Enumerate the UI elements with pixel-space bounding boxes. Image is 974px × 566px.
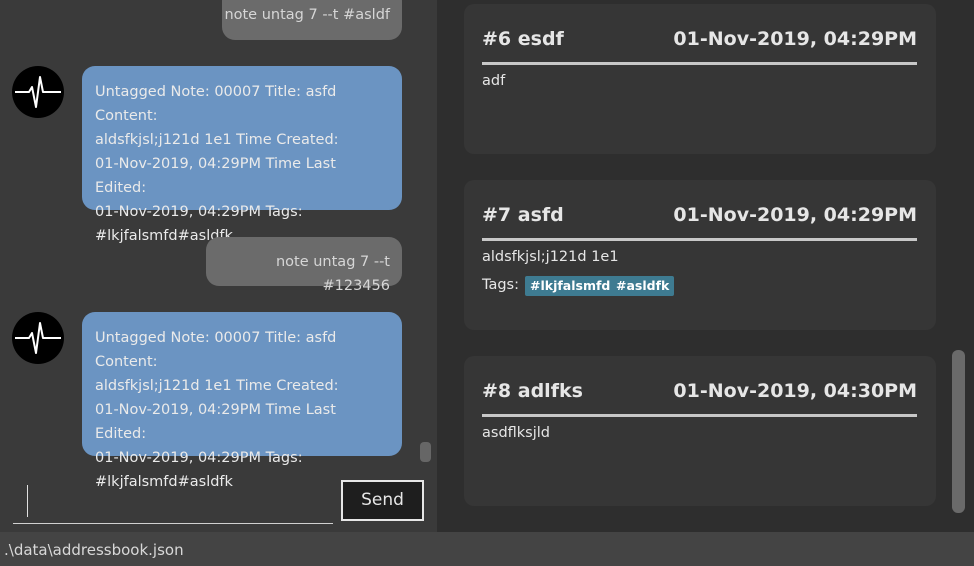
- note-content: adf: [482, 73, 506, 89]
- note-title: #7 asfd: [482, 204, 564, 226]
- chat-pane: note untag 7 --t #asldf Untagged Note: 0…: [0, 0, 436, 532]
- bot-message-line: 01-Nov-2019, 04:29PM Tags:: [95, 450, 303, 466]
- note-title: #8 adlfks: [482, 380, 583, 402]
- note-header: #6 esdf 01-Nov-2019, 04:29PM: [482, 28, 917, 65]
- bot-message-line: 01-Nov-2019, 04:29PM Time Last Edited:: [95, 402, 336, 442]
- tag-badge: #asldfk: [611, 276, 675, 296]
- note-card[interactable]: #7 asfd 01-Nov-2019, 04:29PM aldsfkjsl;j…: [464, 180, 936, 330]
- note-content: aldsfkjsl;j121d 1e1: [482, 249, 619, 265]
- note-title: #6 esdf: [482, 28, 564, 50]
- bot-message-line: aldsfkjsl;j121d 1e1 Time Created:: [95, 132, 339, 148]
- bot-message-line: 01-Nov-2019, 04:29PM Time Last Edited:: [95, 156, 336, 196]
- bot-avatar-icon: [12, 66, 64, 118]
- chat-scrollbar[interactable]: [420, 442, 431, 462]
- note-card[interactable]: #8 adlfks 01-Nov-2019, 04:30PM asdflksjl…: [464, 356, 936, 506]
- notes-list-pane: #6 esdf 01-Nov-2019, 04:29PM adf #7 asfd…: [437, 0, 974, 532]
- bot-message-line: 01-Nov-2019, 04:29PM Tags:: [95, 204, 303, 220]
- note-header: #8 adlfks 01-Nov-2019, 04:30PM: [482, 380, 917, 417]
- tags-label: Tags:: [482, 277, 519, 293]
- note-time: 01-Nov-2019, 04:29PM: [673, 28, 917, 50]
- bot-message: Untagged Note: 00007 Title: asfd Content…: [82, 66, 402, 244]
- notes-scrollbar[interactable]: [952, 350, 965, 513]
- user-message-text: note untag 7 --t #123456: [275, 254, 390, 294]
- status-bar: .\data\addressbook.json: [0, 532, 974, 566]
- command-input[interactable]: [13, 478, 333, 524]
- bot-message: Untagged Note: 00007 Title: asfd Content…: [82, 312, 402, 490]
- note-time: 01-Nov-2019, 04:30PM: [673, 380, 917, 402]
- bot-avatar-icon: [12, 312, 64, 364]
- bot-message-line: Untagged Note: 00007 Title: asfd Content…: [95, 330, 337, 370]
- tag-badge: #lkjfalsmfd: [525, 276, 616, 296]
- bot-message-line: Untagged Note: 00007 Title: asfd Content…: [95, 84, 337, 124]
- note-content: asdflksjld: [482, 425, 550, 441]
- note-header: #7 asfd 01-Nov-2019, 04:29PM: [482, 204, 917, 241]
- note-card[interactable]: #6 esdf 01-Nov-2019, 04:29PM adf: [464, 4, 936, 154]
- user-message: note untag 7 --t #asldf: [222, 0, 402, 40]
- send-button[interactable]: Send: [341, 480, 424, 521]
- bot-message-line: aldsfkjsl;j121d 1e1 Time Created:: [95, 378, 339, 394]
- text-caret: [27, 485, 28, 517]
- user-message: note untag 7 --t #123456: [206, 237, 402, 294]
- data-file-path: .\data\addressbook.json: [4, 541, 184, 559]
- user-message-text: note untag 7 --t #asldf: [224, 7, 390, 23]
- note-time: 01-Nov-2019, 04:29PM: [673, 204, 917, 226]
